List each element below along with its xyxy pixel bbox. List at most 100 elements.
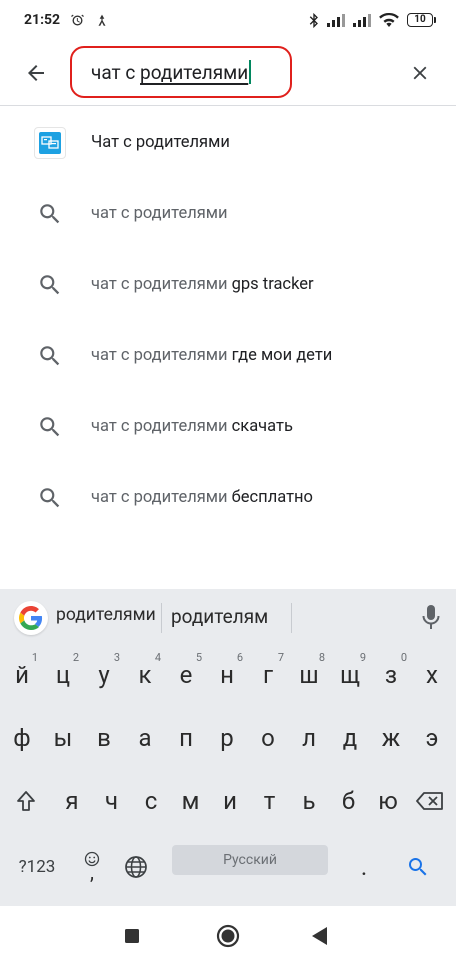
suggestion-query[interactable]: чат с родителями (0, 178, 456, 249)
key[interactable]: п (166, 710, 206, 766)
key-hint: 0 (400, 651, 407, 664)
key-label: к (138, 661, 152, 689)
key[interactable]: ж (371, 710, 411, 766)
clear-button[interactable] (402, 55, 438, 91)
suggestion-text: чат с родителями бесплатно (91, 488, 313, 507)
key-hint: 5 (195, 651, 202, 664)
key[interactable]: ч (92, 773, 132, 829)
search-icon (40, 487, 60, 507)
key[interactable]: в (84, 710, 124, 766)
key[interactable]: л (289, 710, 329, 766)
backspace-icon (416, 792, 443, 810)
triangle-back-icon (312, 927, 327, 945)
key-label: з (384, 661, 398, 689)
app-icon (34, 126, 66, 159)
key-label: ц (55, 661, 71, 689)
key[interactable]: б (329, 773, 369, 829)
suggestion-text: чат с родителями где мои дети (91, 346, 333, 365)
key[interactable]: ц2 (43, 647, 83, 703)
suggestion-query[interactable]: чат с родителями скачать (0, 391, 456, 462)
key[interactable]: д (330, 710, 370, 766)
key[interactable]: м (171, 773, 211, 829)
google-logo-icon[interactable] (14, 601, 48, 635)
keyboard-suggestion[interactable]: родителям (171, 605, 268, 628)
home-button[interactable] (214, 922, 242, 950)
key[interactable]: х (412, 647, 452, 703)
key-label: е (179, 661, 193, 689)
key-label: г (262, 661, 274, 689)
mic-button[interactable] (418, 603, 444, 633)
battery-icon: 10 (407, 13, 436, 27)
key-label: х (426, 661, 438, 689)
recents-button[interactable] (118, 922, 146, 950)
key[interactable]: ю (368, 773, 408, 829)
keyboard-suggestion-strip: родителями родителям (0, 589, 456, 647)
keyboard-row-3: ячсмитьбю (0, 773, 456, 835)
key-hint: 4 (154, 651, 161, 664)
key-hint: 3 (113, 651, 120, 664)
key[interactable]: ш8 (289, 647, 329, 703)
key[interactable]: р (207, 710, 247, 766)
key[interactable]: е5 (166, 647, 206, 703)
search-icon (40, 274, 60, 294)
key[interactable]: ф (2, 710, 42, 766)
suggestion-list: Чат с родителями чат с родителями чат с … (0, 107, 456, 533)
keyboard-suggestion[interactable]: родителями (56, 605, 156, 625)
space-key[interactable]: Русский (172, 845, 328, 875)
battery-level: 10 (407, 13, 433, 27)
comma-key[interactable]: , (72, 839, 112, 895)
notification-icon (95, 13, 109, 28)
key[interactable]: г7 (248, 647, 288, 703)
signal-icon-2 (353, 13, 371, 27)
search-query-composing: родителями (140, 60, 249, 84)
wifi-icon (379, 13, 399, 27)
key[interactable]: й1 (2, 647, 42, 703)
divider (161, 603, 162, 633)
key[interactable]: о (248, 710, 288, 766)
signal-icon-1 (327, 13, 345, 27)
shift-key[interactable] (6, 773, 46, 829)
key-label: н (220, 661, 234, 689)
backspace-key[interactable] (408, 773, 452, 829)
text-caret (249, 60, 252, 84)
suggestion-text: чат с родителями gps tracker (91, 275, 314, 294)
suggestion-app[interactable]: Чат с родителями (0, 107, 456, 178)
keyboard-row-1: й1ц2у3к4е5н6г7ш8щ9з0х (0, 647, 456, 709)
key[interactable]: т (250, 773, 290, 829)
period-key[interactable]: . (344, 839, 384, 895)
arrow-back-icon (28, 65, 44, 81)
key[interactable]: ы (43, 710, 83, 766)
key[interactable]: н6 (207, 647, 247, 703)
search-icon (40, 345, 60, 365)
key[interactable]: у3 (84, 647, 124, 703)
search-key[interactable] (398, 839, 438, 895)
search-icon (40, 203, 60, 223)
suggestion-query[interactable]: чат с родителями gps tracker (0, 249, 456, 320)
shift-icon (17, 791, 35, 811)
search-input[interactable]: чат с родителями (70, 46, 292, 98)
key[interactable]: и (210, 773, 250, 829)
key[interactable]: щ9 (330, 647, 370, 703)
key[interactable]: к4 (125, 647, 165, 703)
key[interactable]: ь (289, 773, 329, 829)
key-label: щ (340, 661, 360, 689)
back-button[interactable] (18, 55, 54, 91)
key[interactable]: а (125, 710, 165, 766)
language-key[interactable] (116, 839, 156, 895)
keyboard-row-2: фывапролджэ (0, 710, 456, 772)
status-bar: 21:52 10 (0, 0, 456, 40)
status-time: 21:52 (24, 12, 61, 28)
search-icon (40, 416, 60, 436)
square-icon (125, 929, 139, 943)
key[interactable]: э (412, 710, 452, 766)
key[interactable]: я (52, 773, 92, 829)
symbols-key[interactable]: ?123 (12, 839, 62, 895)
suggestion-query[interactable]: чат с родителями где мои дети (0, 320, 456, 391)
back-nav-button[interactable] (306, 922, 334, 950)
close-icon (413, 66, 427, 80)
key[interactable]: с (131, 773, 171, 829)
key[interactable]: з0 (371, 647, 411, 703)
key-hint: 1 (31, 651, 38, 664)
suggestion-query[interactable]: чат с родителями бесплатно (0, 462, 456, 533)
key-label: у (98, 661, 110, 689)
